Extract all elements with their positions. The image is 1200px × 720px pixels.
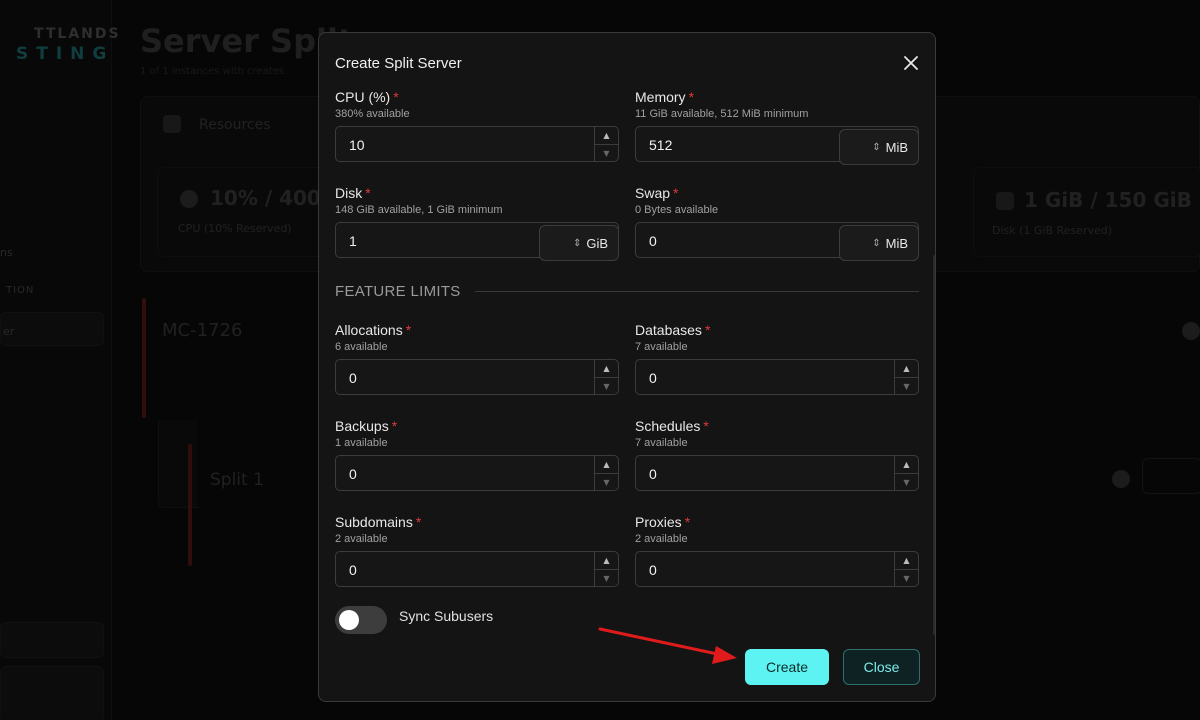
field-label: Subdomains * (335, 514, 422, 530)
field-hint: 11 GiB available, 512 MiB minimum (635, 108, 809, 120)
unit-label: MiB (885, 139, 908, 155)
databases-field: Databases * 7 available 0 ▲ ▼ (635, 322, 919, 395)
backups-field: Backups * 1 available 0 ▲ ▼ (335, 418, 619, 491)
divider-line (474, 290, 919, 292)
chevron-down-icon[interactable]: ▼ (895, 569, 918, 586)
up-down-icon: ⇕ (872, 141, 881, 153)
chevron-up-icon[interactable]: ▲ (895, 552, 918, 569)
allocations-input[interactable]: 0 ▲ ▼ (335, 359, 619, 395)
sync-subusers-toggle[interactable] (335, 606, 387, 634)
sync-subusers-label: Sync Subusers (399, 608, 494, 624)
modal-scrollbar[interactable] (933, 255, 935, 635)
field-label: Disk * (335, 185, 371, 201)
schedules-field: Schedules * 7 available 0 ▲ ▼ (635, 418, 919, 491)
chevron-up-icon[interactable]: ▲ (595, 456, 618, 473)
number-stepper[interactable]: ▲ ▼ (594, 360, 618, 394)
up-down-icon: ⇕ (872, 237, 881, 249)
field-hint: 2 available (335, 533, 388, 545)
close-button[interactable]: Close (843, 649, 920, 685)
toggle-knob (339, 610, 359, 630)
input-value[interactable]: 0 (349, 370, 357, 386)
swap-field: Swap * 0 Bytes available 0 ⇕ MiB (635, 185, 919, 261)
field-hint: 7 available (635, 341, 688, 353)
memory-field: Memory * 11 GiB available, 512 MiB minimu… (635, 89, 919, 165)
allocations-field: Allocations * 6 available 0 ▲ ▼ (335, 322, 619, 395)
number-stepper[interactable]: ▲ ▼ (894, 552, 918, 586)
field-label: Proxies * (635, 514, 691, 530)
up-down-icon: ⇕ (572, 237, 582, 249)
close-icon[interactable] (901, 53, 921, 73)
input-value[interactable]: 0 (649, 466, 657, 482)
field-label: Backups * (335, 418, 398, 434)
chevron-up-icon[interactable]: ▲ (895, 360, 918, 377)
schedules-input[interactable]: 0 ▲ ▼ (635, 455, 919, 491)
field-label: Schedules * (635, 418, 709, 434)
input-value[interactable]: 0 (349, 466, 357, 482)
chevron-up-icon[interactable]: ▲ (595, 127, 618, 144)
field-label: Swap * (635, 185, 679, 201)
input-value[interactable]: 512 (649, 137, 672, 153)
field-hint: 7 available (635, 437, 688, 449)
modal-title: Create Split Server (335, 55, 462, 72)
input-value[interactable]: 0 (349, 562, 357, 578)
field-hint: 0 Bytes available (635, 204, 719, 216)
chevron-down-icon[interactable]: ▼ (895, 377, 918, 394)
chevron-down-icon[interactable]: ▼ (595, 569, 618, 586)
subdomains-input[interactable]: 0 ▲ ▼ (335, 551, 619, 587)
memory-unit-select[interactable]: ⇕ MiB (839, 129, 919, 165)
cpu-field: CPU (%) * 380% available 10 ▲ ▼ (335, 89, 619, 162)
section-title: FEATURE LIMITS (335, 282, 461, 300)
disk-unit-select[interactable]: ⇕ GiB (539, 225, 619, 261)
number-stepper[interactable]: ▲ ▼ (894, 456, 918, 490)
input-value[interactable]: 0 (649, 233, 657, 249)
proxies-field: Proxies * 2 available 0 ▲ ▼ (635, 514, 919, 587)
field-hint: 380% available (335, 108, 410, 120)
input-value[interactable]: 0 (649, 370, 657, 386)
unit-label: GiB (586, 235, 608, 251)
field-hint: 1 available (335, 437, 388, 449)
backups-input[interactable]: 0 ▲ ▼ (335, 455, 619, 491)
swap-input[interactable]: 0 ⇕ MiB (635, 222, 919, 261)
disk-field: Disk * 148 GiB available, 1 GiB minimum 1… (335, 185, 619, 261)
field-label: Memory * (635, 89, 695, 105)
chevron-down-icon[interactable]: ▼ (895, 473, 918, 490)
proxies-input[interactable]: 0 ▲ ▼ (635, 551, 919, 587)
memory-input[interactable]: 512 ⇕ MiB (635, 126, 919, 165)
field-label: Databases * (635, 322, 711, 338)
unit-label: MiB (885, 235, 908, 251)
chevron-down-icon[interactable]: ▼ (595, 144, 618, 161)
field-label: CPU (%) * (335, 89, 399, 105)
field-hint: 6 available (335, 341, 388, 353)
input-value[interactable]: 0 (649, 562, 657, 578)
feature-limits-divider: FEATURE LIMITS (335, 281, 919, 301)
field-hint: 148 GiB available, 1 GiB minimum (335, 204, 503, 216)
databases-input[interactable]: 0 ▲ ▼ (635, 359, 919, 395)
create-split-server-modal: Create Split Server CPU (%) * 380% availa… (318, 32, 936, 702)
number-stepper[interactable]: ▲ ▼ (894, 360, 918, 394)
input-value[interactable]: 10 (349, 137, 365, 153)
number-stepper[interactable]: ▲ ▼ (594, 552, 618, 586)
chevron-down-icon[interactable]: ▼ (595, 473, 618, 490)
disk-input[interactable]: 1 ⇕ GiB (335, 222, 619, 261)
field-hint: 2 available (635, 533, 688, 545)
input-value[interactable]: 1 (349, 233, 357, 249)
number-stepper[interactable]: ▲ ▼ (594, 456, 618, 490)
chevron-down-icon[interactable]: ▼ (595, 377, 618, 394)
field-label: Allocations * (335, 322, 412, 338)
subdomains-field: Subdomains * 2 available 0 ▲ ▼ (335, 514, 619, 587)
number-stepper[interactable]: ▲ ▼ (594, 127, 618, 161)
cpu-input[interactable]: 10 ▲ ▼ (335, 126, 619, 162)
create-button[interactable]: Create (745, 649, 829, 685)
chevron-up-icon[interactable]: ▲ (595, 360, 618, 377)
chevron-up-icon[interactable]: ▲ (895, 456, 918, 473)
chevron-up-icon[interactable]: ▲ (595, 552, 618, 569)
swap-unit-select[interactable]: ⇕ MiB (839, 225, 919, 261)
